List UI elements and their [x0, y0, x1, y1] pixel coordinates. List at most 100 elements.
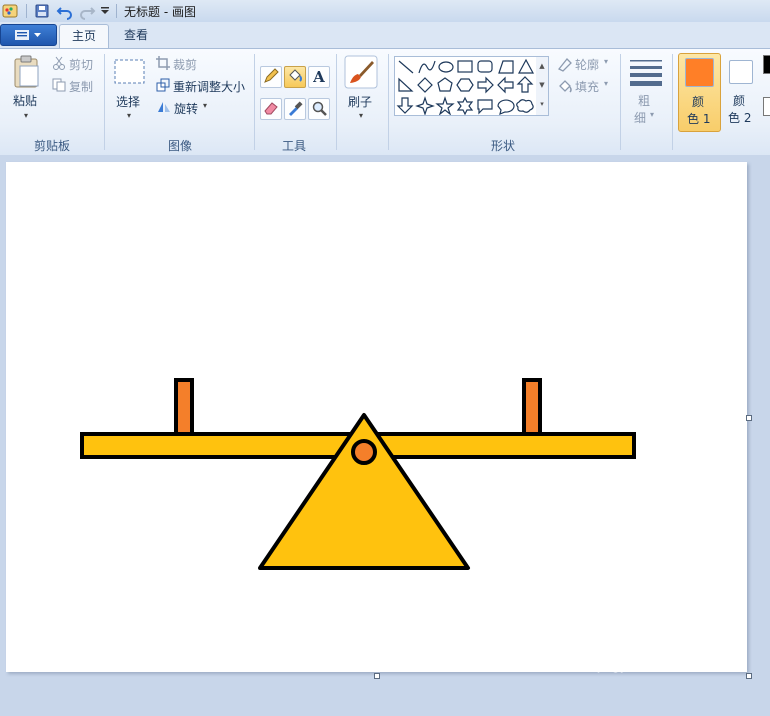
- paw-icon: [635, 636, 653, 654]
- group-separator: [336, 54, 337, 150]
- fill-dropdown-icon[interactable]: ▾: [604, 79, 608, 88]
- size-label-bottom[interactable]: 细: [634, 109, 646, 126]
- drawing-canvas[interactable]: [6, 162, 747, 672]
- select-icon: [114, 59, 145, 84]
- shapes-gallery: [394, 56, 538, 116]
- copy-button[interactable]: 复制: [69, 78, 93, 95]
- resize-icon: [156, 78, 170, 92]
- menu-icon: [15, 30, 41, 40]
- group-separator: [254, 54, 255, 150]
- watermark-brand: Bai: [590, 633, 633, 661]
- brush-icon: [344, 55, 378, 89]
- line-shape-icon: [398, 60, 414, 74]
- text-tool[interactable]: A: [308, 66, 330, 88]
- seesaw-pivot-circle: [351, 439, 377, 465]
- five-point-star-shape-icon: [435, 96, 455, 116]
- palette-swatch-black[interactable]: [763, 55, 770, 74]
- color2-swatch: [729, 60, 753, 84]
- copy-icon: [52, 78, 66, 92]
- down-arrow-shape-icon: [396, 97, 414, 114]
- watermark-brand2: du: [654, 633, 689, 661]
- color2-button[interactable]: 颜 色 2: [722, 53, 760, 130]
- magnifier-icon: [312, 101, 327, 116]
- polygon-shape-icon: [498, 60, 514, 74]
- crop-button[interactable]: 裁剪: [173, 56, 197, 73]
- magnifier-tool[interactable]: [308, 98, 330, 120]
- gallery-down-icon[interactable]: ▼: [536, 76, 548, 95]
- clipboard-group-label: 剪贴板: [33, 139, 70, 153]
- image-group-label: 图像: [167, 139, 192, 153]
- tools-group-label: 工具: [281, 139, 306, 153]
- paint-bucket-icon: [289, 69, 302, 82]
- window-title: 无标题 - 画图: [124, 5, 196, 19]
- group-separator: [672, 54, 673, 150]
- pencil-icon: [264, 68, 279, 83]
- up-arrow-shape-icon: [516, 76, 534, 93]
- gallery-more-icon[interactable]: ▾: [536, 95, 548, 113]
- eraser-icon: [264, 102, 278, 115]
- brushes-button[interactable]: 刷子: [348, 93, 372, 110]
- right-arrow-shape-icon: [477, 76, 494, 94]
- paint-menu-button[interactable]: [0, 24, 57, 46]
- right-triangle-shape-icon: [398, 77, 414, 92]
- shapes-gallery-scrollbar[interactable]: ▲ ▼ ▾: [536, 56, 549, 116]
- scissors-icon: [53, 56, 65, 70]
- color1-button[interactable]: 颜 色 1: [678, 53, 721, 132]
- resize-handle-corner[interactable]: [746, 673, 752, 679]
- rect-callout-shape-icon: [477, 99, 493, 115]
- size-dropdown-icon[interactable]: ▾: [650, 110, 654, 119]
- rotate-button[interactable]: 旋转: [174, 100, 198, 117]
- paste-dropdown-icon[interactable]: ▾: [24, 111, 28, 120]
- baidu-watermark: Bai du 经验 jingyan.baidu.com: [590, 632, 731, 673]
- tab-view[interactable]: 查看: [112, 24, 160, 48]
- undo-icon[interactable]: [56, 2, 74, 20]
- select-dropdown-icon[interactable]: ▾: [127, 111, 131, 120]
- fill-icon: [559, 80, 572, 93]
- qat-customize-icon[interactable]: [100, 6, 110, 16]
- resize-handle-bottom[interactable]: [374, 673, 380, 679]
- paste-button[interactable]: 粘贴: [13, 92, 37, 109]
- left-arrow-shape-icon: [497, 76, 514, 94]
- crop-icon: [156, 56, 170, 70]
- color1-label-top: 颜: [692, 95, 705, 109]
- fill-tool[interactable]: [284, 66, 306, 88]
- shapes-icons: [396, 58, 535, 116]
- eyedropper-icon: [289, 101, 303, 116]
- color1-label-bottom: 色 1: [687, 112, 711, 126]
- rotate-dropdown-icon[interactable]: ▾: [203, 101, 207, 110]
- size-label-top[interactable]: 粗: [638, 92, 650, 109]
- redo-icon[interactable]: [78, 2, 96, 20]
- resize-handle-right[interactable]: [746, 415, 752, 421]
- watermark-suffix: 经验: [690, 636, 731, 660]
- group-separator: [388, 54, 389, 150]
- oval-shape-icon: [438, 61, 454, 73]
- rectangle-shape-icon: [457, 60, 473, 73]
- triangle-shape-icon: [517, 58, 535, 74]
- seesaw-drawing: [80, 378, 636, 570]
- outline-icon: [557, 58, 572, 72]
- six-point-star-shape-icon: [456, 96, 474, 116]
- pencil-tool[interactable]: [260, 66, 282, 88]
- color2-label-bottom: 色 2: [728, 111, 752, 125]
- fill-button[interactable]: 填充: [575, 78, 599, 95]
- hexagon-shape-icon: [456, 78, 474, 92]
- group-separator: [104, 54, 105, 150]
- select-button[interactable]: 选择: [116, 93, 140, 110]
- color1-swatch: [685, 58, 714, 87]
- eraser-tool[interactable]: [260, 98, 282, 120]
- rounded-rectangle-shape-icon: [477, 60, 493, 73]
- qat-separator: [26, 4, 27, 18]
- curve-shape-icon: [418, 60, 436, 74]
- cut-button[interactable]: 剪切: [69, 56, 93, 73]
- gallery-up-icon[interactable]: ▲: [536, 57, 548, 76]
- tab-home[interactable]: 主页: [59, 24, 110, 49]
- outline-dropdown-icon[interactable]: ▾: [604, 57, 608, 66]
- resize-button[interactable]: 重新调整大小: [173, 78, 245, 95]
- color-picker-tool[interactable]: [284, 98, 306, 120]
- palette-swatch-white[interactable]: [763, 97, 770, 116]
- save-icon[interactable]: [34, 3, 50, 19]
- brushes-dropdown-icon[interactable]: ▾: [359, 111, 363, 120]
- rotate-icon: [158, 102, 170, 112]
- paint-app-icon[interactable]: [2, 3, 18, 19]
- outline-button[interactable]: 轮廓: [575, 56, 599, 73]
